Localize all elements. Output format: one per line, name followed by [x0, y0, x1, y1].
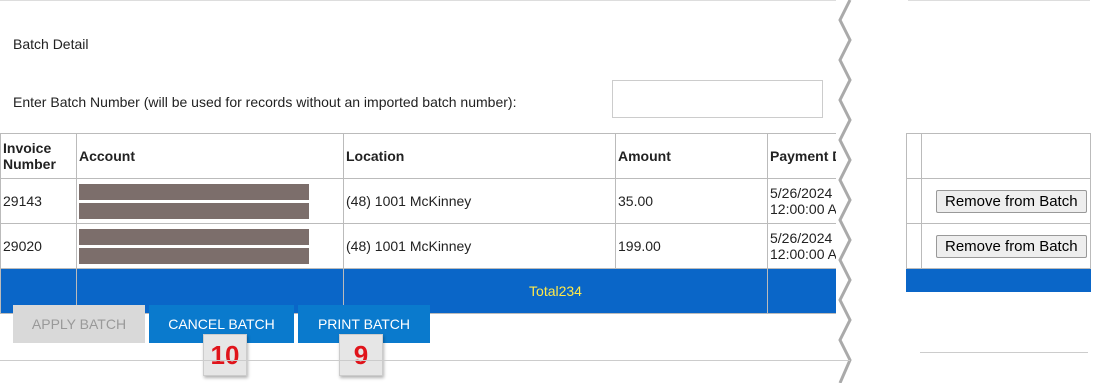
redaction-bar	[79, 228, 309, 245]
page-title: Batch Detail	[13, 36, 89, 52]
table-row: 29020 (48) 1001 McKinney 199.00 5/26/202…	[0, 223, 863, 269]
table-row: 29143 (48) 1001 McKinney 35.00 5/26/2024…	[0, 178, 863, 224]
callout-badge-cancel: 10	[203, 334, 247, 376]
header-amount: Amount	[615, 133, 768, 179]
remove-from-batch-button[interactable]: Remove from Batch	[936, 234, 1087, 258]
invoice-number-cell: 29143	[0, 178, 77, 224]
callout-badge-print: 9	[339, 334, 383, 376]
batch-table: Invoice Number Account Location Amount P…	[0, 133, 863, 314]
redaction-bar	[79, 247, 309, 264]
remove-from-batch-button[interactable]: Remove from Batch	[936, 189, 1087, 213]
table-header-row: Invoice Number Account Location Amount P…	[0, 133, 863, 179]
header-location: Location	[343, 133, 616, 179]
amount-cell: 35.00	[615, 178, 768, 224]
torn-edge-separator	[836, 0, 908, 383]
invoice-number-cell: 29020	[0, 223, 77, 269]
header-invoice-number: Invoice Number	[0, 133, 77, 179]
redaction-bar	[79, 202, 309, 219]
action-row: Remove from Batch	[906, 178, 1091, 224]
total-value: 234	[558, 283, 582, 299]
total-label: Total	[529, 283, 559, 299]
apply-batch-button[interactable]: APPLY BATCH	[13, 305, 145, 343]
batch-number-input[interactable]	[612, 80, 823, 118]
location-cell: (48) 1001 McKinney	[343, 178, 616, 224]
location-cell: (48) 1001 McKinney	[343, 223, 616, 269]
amount-cell: 199.00	[615, 223, 768, 269]
action-row: Remove from Batch	[906, 223, 1091, 269]
batch-number-label: Enter Batch Number (will be used for rec…	[13, 94, 517, 110]
account-cell-redacted	[76, 223, 344, 269]
redaction-bar	[79, 183, 309, 200]
actions-column: Remove from Batch Remove from Batch	[906, 133, 1091, 292]
total-row-right	[906, 268, 1091, 292]
top-border	[0, 0, 1090, 1]
bottom-border-right	[920, 352, 1088, 353]
account-cell-redacted	[76, 178, 344, 224]
torn-edge-graphic	[838, 0, 907, 383]
header-account: Account	[76, 133, 344, 179]
bottom-border	[0, 360, 850, 361]
